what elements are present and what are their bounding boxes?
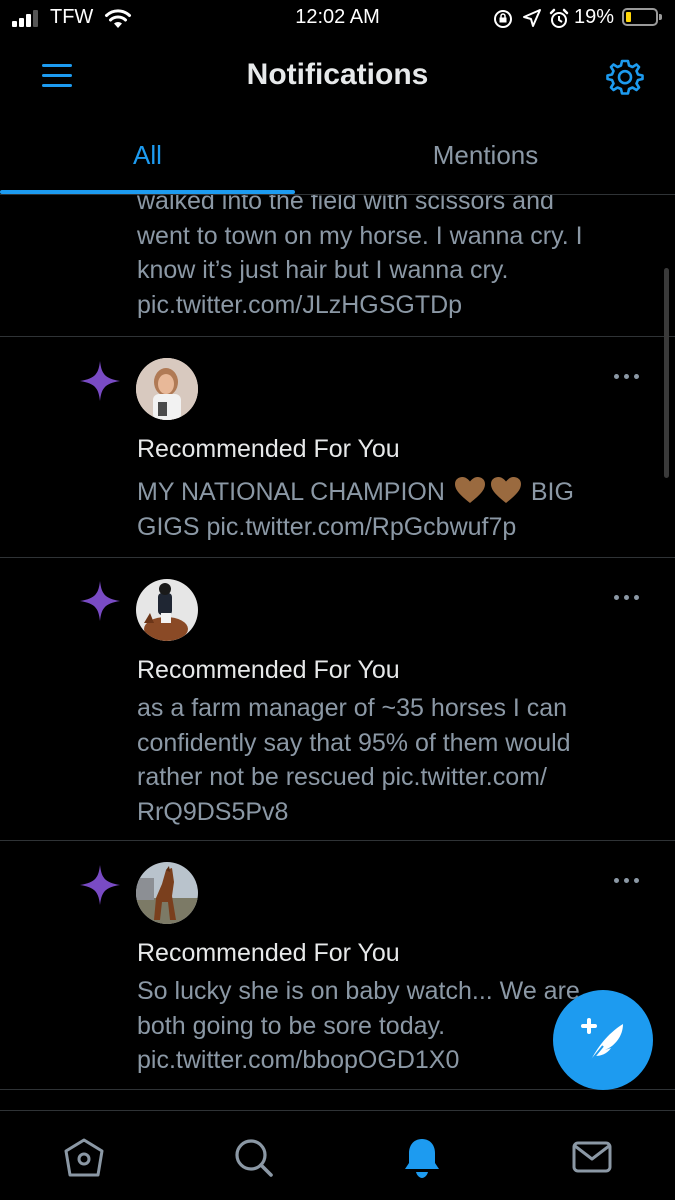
tweet-text: walked into the field with scissors and … [137, 195, 637, 322]
tweet-line: MY NATIONAL CHAMPION BIG [137, 477, 574, 506]
recommendation-label: Recommended For You [137, 435, 400, 463]
battery-level-fill [626, 12, 631, 22]
brown-heart-icon [490, 477, 521, 503]
notifications-feed[interactable]: walked into the field with scissors and … [0, 195, 675, 1110]
battery-icon [622, 8, 662, 26]
divider [0, 336, 675, 337]
more-options-icon[interactable] [614, 875, 644, 887]
divider [0, 557, 675, 558]
alarm-icon [549, 8, 569, 28]
gear-icon[interactable] [604, 56, 646, 98]
notification-tabs: All Mentions [0, 120, 675, 195]
search-icon[interactable] [231, 1135, 275, 1179]
divider [0, 840, 675, 841]
compose-tweet-button[interactable] [553, 990, 653, 1090]
avatar[interactable] [136, 579, 198, 641]
notifications-screen: TFW 12:02 AM 19% Notifications All Menti… [0, 0, 675, 1200]
more-options-icon[interactable] [614, 592, 644, 604]
tweet-line: know it’s just hair but I wanna cry. [137, 256, 509, 284]
location-icon [523, 9, 541, 27]
tweet-link[interactable]: GIGS pic.twitter.com/RpGcbwuf7p [137, 510, 637, 545]
active-tab-indicator [0, 190, 295, 194]
compose-feather-icon [581, 1018, 623, 1063]
avatar[interactable] [136, 358, 198, 420]
top-app-bar: Notifications [0, 40, 675, 115]
page-title: Notifications [246, 58, 429, 91]
sparkle-icon [80, 865, 120, 905]
tweet-text: as a farm manager of ~35 horses I can co… [137, 691, 637, 829]
brown-heart-icon [454, 477, 485, 503]
tweet-line: as a farm manager of ~35 horses I can [137, 694, 568, 722]
notifications-bell-icon[interactable] [400, 1135, 444, 1179]
bottom-navigation [0, 1110, 675, 1200]
orientation-lock-icon [494, 10, 512, 28]
recommendation-label: Recommended For You [137, 656, 400, 684]
tab-mentions[interactable]: Mentions [338, 120, 633, 194]
tab-all[interactable]: All [0, 120, 295, 194]
sparkle-icon [80, 361, 120, 401]
messages-icon[interactable] [570, 1135, 614, 1179]
home-icon[interactable] [62, 1135, 106, 1179]
tweet-link[interactable]: pic.twitter.com/JLzHGSGTDp [137, 288, 637, 323]
status-bar: TFW 12:02 AM 19% [0, 0, 675, 38]
tweet-text: MY NATIONAL CHAMPION BIG GIGS pic.twitte… [137, 475, 637, 544]
tweet-line: went to town on my horse. I wanna cry. I [137, 221, 583, 250]
battery-percent: 19% [574, 6, 615, 28]
scrollbar[interactable] [664, 268, 669, 478]
more-options-icon[interactable] [614, 371, 644, 383]
avatar[interactable] [136, 862, 198, 924]
tweet-line: rather not be rescued pic.twitter.com/ [137, 763, 547, 791]
sparkle-icon [80, 581, 120, 621]
tweet-line: walked into the field with scissors and [137, 195, 554, 215]
recommendation-label: Recommended For You [137, 939, 400, 967]
tweet-line: confidently say that 95% of them would [137, 728, 571, 757]
tweet-link[interactable]: RrQ9DS5Pv8 [137, 795, 637, 830]
